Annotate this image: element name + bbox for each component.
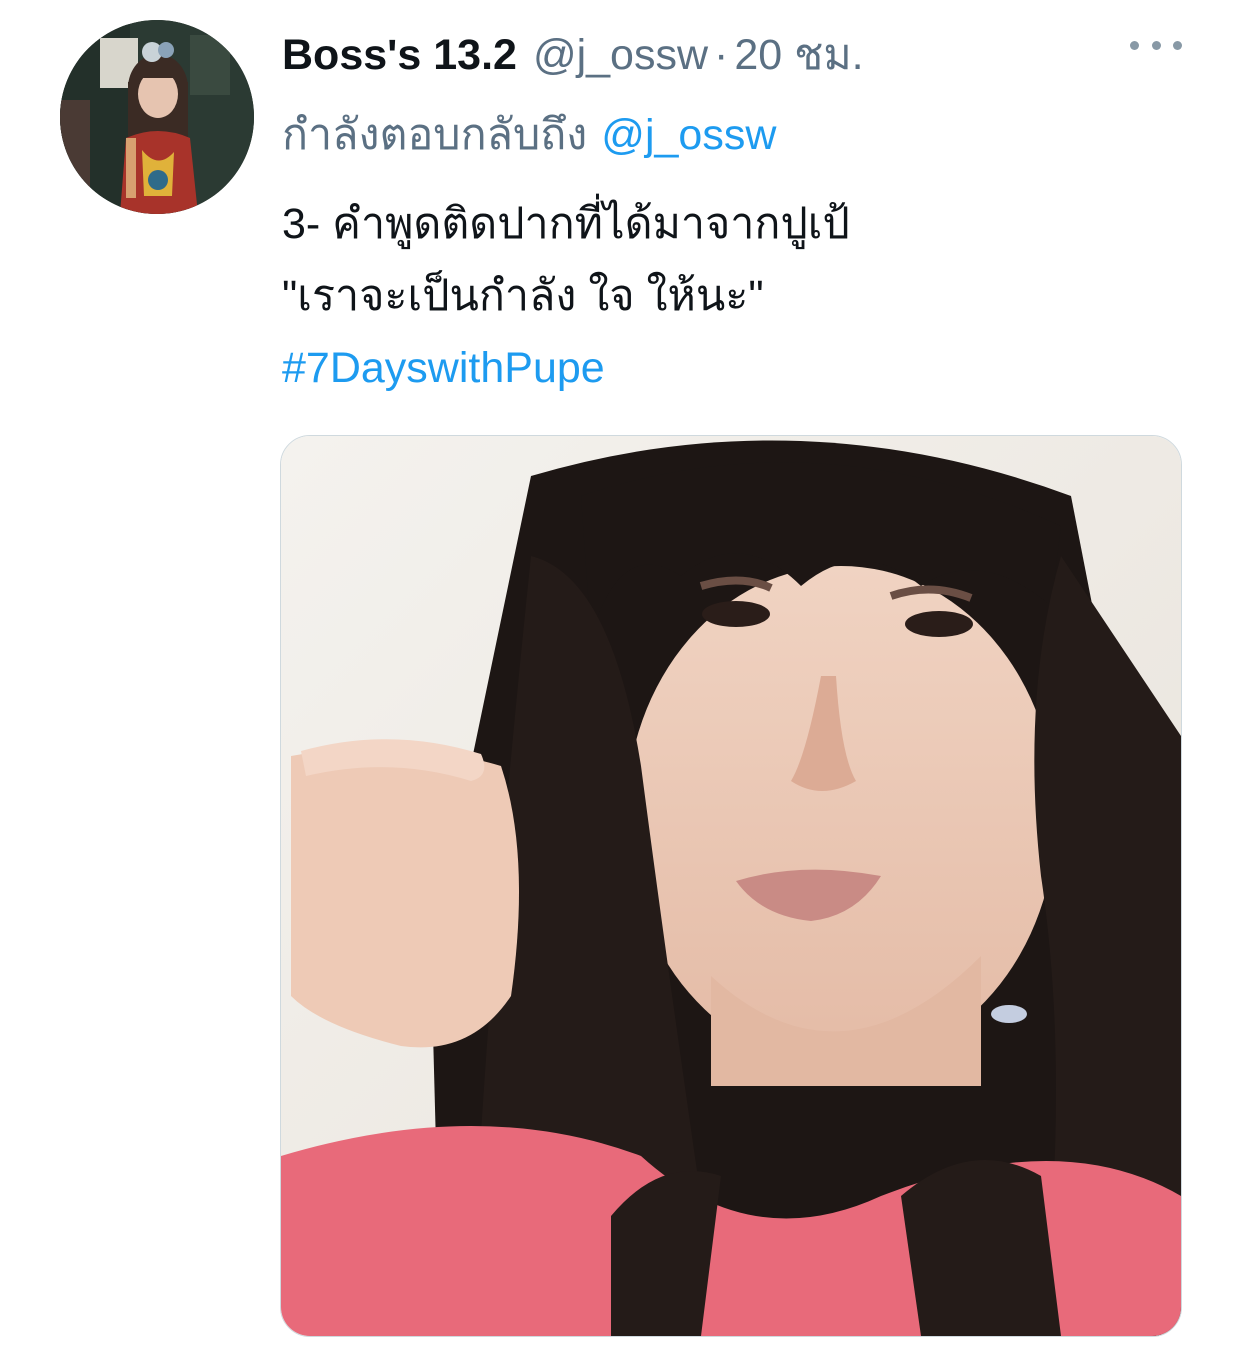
tweet-header: Boss's 13.2 @j_ossw · 20 ชม.: [282, 20, 864, 79]
tweet[interactable]: Boss's 13.2 @j_ossw · 20 ชม. กำลังตอบกลั…: [0, 0, 1242, 1345]
reply-mention-link[interactable]: @j_ossw: [601, 111, 776, 159]
timestamp[interactable]: 20 ชม.: [734, 20, 863, 88]
more-dot: [1130, 40, 1139, 50]
hashtag-link[interactable]: #7DayswithPupe: [282, 332, 850, 404]
tweet-text-line: 3- คำพูดติดปากที่ได้มาจากปูเป้: [282, 200, 850, 248]
more-dot: [1173, 40, 1182, 50]
avatar[interactable]: [60, 20, 254, 214]
display-name[interactable]: Boss's 13.2: [282, 31, 517, 80]
reply-context: กำลังตอบกลับถึง @j_ossw: [282, 100, 776, 168]
tweet-text: 3- คำพูดติดปากที่ได้มาจากปูเป้ "เราจะเป็…: [282, 188, 850, 404]
more-options-icon[interactable]: [1130, 30, 1182, 60]
separator: ·: [714, 31, 729, 79]
reply-prefix: กำลังตอบกลับถึง: [282, 111, 588, 159]
more-dot: [1151, 40, 1161, 50]
tweet-media-image[interactable]: [280, 435, 1182, 1337]
user-handle[interactable]: @j_ossw: [533, 31, 708, 80]
tweet-text-line: "เราจะเป็นกำลัง ใจ ให้นะ": [282, 272, 764, 320]
